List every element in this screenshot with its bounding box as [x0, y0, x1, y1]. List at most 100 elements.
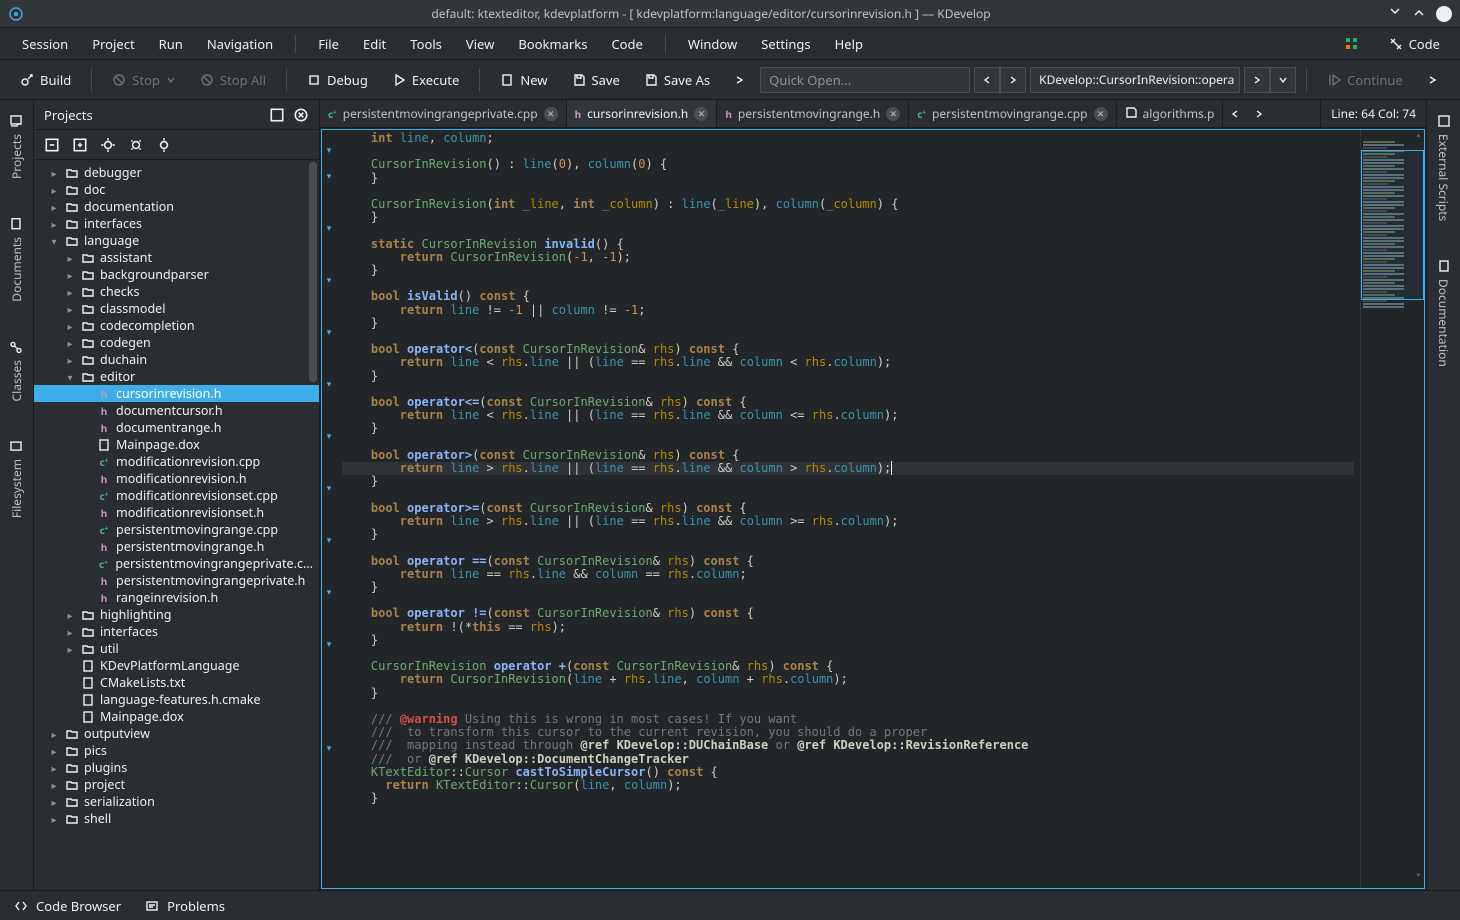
bottom-codebrowser[interactable]: Code Browser — [14, 897, 121, 915]
minimap-viewport[interactable] — [1361, 150, 1424, 300]
gear2-icon[interactable] — [128, 137, 144, 153]
tab-scroll-left[interactable] — [1223, 100, 1247, 127]
symbol-selector[interactable]: KDevelop::CursorInRevision::opera — [1030, 67, 1240, 93]
tree-scrollbar[interactable] — [309, 162, 317, 382]
tree-item[interactable]: ▸checks — [34, 283, 319, 300]
gear3-icon[interactable] — [156, 137, 172, 153]
scroll-down-icon[interactable]: ˅ — [1417, 871, 1420, 886]
tree-item[interactable]: ▸serialization — [34, 793, 319, 810]
tree-item[interactable]: ▾editor — [34, 368, 319, 385]
fold-column[interactable]: ▾ ▾ ▾ ▾ ▾ ▾ ▾ ▾ ▾ ▾ — [322, 130, 336, 888]
tree-item[interactable]: hcursorinrevision.h — [34, 385, 319, 402]
tree-item[interactable]: hpersistentmovingrangeprivate.h — [34, 572, 319, 589]
tree-item[interactable]: hdocumentrange.h — [34, 419, 319, 436]
menu-help[interactable]: Help — [825, 31, 873, 57]
saveas-button[interactable]: Save As — [634, 67, 720, 93]
build-button[interactable]: Build — [10, 67, 81, 93]
gear-icon[interactable] — [100, 137, 116, 153]
rail-external-scripts[interactable]: External Scripts — [1435, 108, 1452, 227]
editor-tab[interactable]: hpersistentmovingrange.h✕ — [717, 100, 909, 127]
editor-tab[interactable]: c⁺persistentmovingrangeprivate.cpp✕ — [320, 100, 567, 127]
project-tree[interactable]: ▸debugger▸doc▸documentation▸interfaces▾l… — [34, 160, 319, 890]
menu-view[interactable]: View — [456, 31, 504, 57]
tree-item[interactable]: ▸codegen — [34, 334, 319, 351]
tab-close-icon[interactable]: ✕ — [694, 107, 708, 121]
code-editor[interactable]: int line, column; CursorInRevision() : l… — [336, 130, 1360, 888]
minimize-icon[interactable] — [1388, 5, 1402, 23]
tree-item[interactable]: c⁺modificationrevisionset.cpp — [34, 487, 319, 504]
editor-tab[interactable]: c⁺persistentmovingrange.cpp✕ — [909, 100, 1116, 127]
tree-item[interactable]: hmodificationrevision.h — [34, 470, 319, 487]
tree-item[interactable]: ▸interfaces — [34, 623, 319, 640]
stop-button[interactable]: Stop — [102, 67, 186, 93]
editor-tab[interactable]: algorithms.p — [1117, 100, 1224, 127]
bottom-problems[interactable]: Problems — [145, 897, 225, 915]
tree-item[interactable]: Mainpage.dox — [34, 436, 319, 453]
tree-item[interactable]: ▸highlighting — [34, 606, 319, 623]
menu-run[interactable]: Run — [149, 31, 193, 57]
tree-item[interactable]: ▸documentation — [34, 198, 319, 215]
tree-expand-icon[interactable] — [72, 137, 88, 153]
tree-item[interactable]: ▸classmodel — [34, 300, 319, 317]
tree-item[interactable]: ▸assistant — [34, 249, 319, 266]
tree-collapse-icon[interactable] — [44, 137, 60, 153]
tree-item[interactable]: ▾language — [34, 232, 319, 249]
tree-item[interactable]: ▸backgroundparser — [34, 266, 319, 283]
tree-item[interactable]: CMakeLists.txt — [34, 674, 319, 691]
menu-code[interactable]: Code — [601, 31, 652, 57]
tree-item[interactable]: c⁺persistentmovingrange.cpp — [34, 521, 319, 538]
tab-close-icon[interactable]: ✕ — [544, 107, 558, 121]
float-panel-icon[interactable] — [269, 107, 285, 123]
continue-button[interactable]: Continue — [1317, 67, 1413, 93]
menu-edit[interactable]: Edit — [353, 31, 396, 57]
tab-close-icon[interactable]: ✕ — [1094, 107, 1108, 121]
menu-window[interactable]: Window — [678, 31, 747, 57]
symbol-next-button[interactable] — [1244, 67, 1270, 93]
scroll-up-icon[interactable]: ˄ — [1417, 132, 1420, 147]
quick-open-input[interactable]: Quick Open... — [760, 67, 970, 93]
menu-bookmarks[interactable]: Bookmarks — [508, 31, 597, 57]
tree-item[interactable]: c⁺persistentmovingrangeprivate.c... — [34, 555, 319, 572]
minimap[interactable]: ˄ ˅ — [1360, 130, 1424, 888]
menu-file[interactable]: File — [308, 31, 349, 57]
tab-scroll-right[interactable] — [1247, 100, 1271, 127]
tree-item[interactable]: KDevPlatformLanguage — [34, 657, 319, 674]
tree-item[interactable]: Mainpage.dox — [34, 708, 319, 725]
tree-item[interactable]: hpersistentmovingrange.h — [34, 538, 319, 555]
tree-item[interactable]: hrangeinrevision.h — [34, 589, 319, 606]
tree-item[interactable]: ▸codecompletion — [34, 317, 319, 334]
maximize-icon[interactable] — [1412, 5, 1426, 23]
menu-navigation[interactable]: Navigation — [197, 31, 283, 57]
rail-projects[interactable]: Projects — [8, 108, 25, 185]
tree-item[interactable]: ▸shell — [34, 810, 319, 827]
tree-item[interactable]: ▸pics — [34, 742, 319, 759]
tree-item[interactable]: ▸duchain — [34, 351, 319, 368]
rail-documentation[interactable]: Documentation — [1435, 253, 1452, 373]
tree-item[interactable]: language-features.h.cmake — [34, 691, 319, 708]
symbol-menu-button[interactable] — [1270, 67, 1296, 93]
new-button[interactable]: New — [490, 67, 557, 93]
rail-classes[interactable]: Classes — [8, 334, 25, 407]
stopall-button[interactable]: Stop All — [190, 67, 276, 93]
menu-settings[interactable]: Settings — [751, 31, 820, 57]
execute-button[interactable]: Execute — [382, 67, 469, 93]
tab-close-icon[interactable]: ✕ — [886, 107, 900, 121]
tree-item[interactable]: ▸project — [34, 776, 319, 793]
tree-item[interactable]: ▸util — [34, 640, 319, 657]
menu-session[interactable]: Session — [12, 31, 78, 57]
nav-forward-button[interactable] — [1000, 67, 1026, 93]
menu-project[interactable]: Project — [82, 31, 144, 57]
save-button[interactable]: Save — [562, 67, 630, 93]
nav-back-button[interactable] — [974, 67, 1000, 93]
rail-filesystem[interactable]: Filesystem — [8, 433, 25, 524]
tree-item[interactable]: ▸outputview — [34, 725, 319, 742]
tree-item[interactable]: ▸debugger — [34, 164, 319, 181]
tree-item[interactable]: hdocumentcursor.h — [34, 402, 319, 419]
menu-tools[interactable]: Tools — [400, 31, 452, 57]
tree-item[interactable]: hmodificationrevisionset.h — [34, 504, 319, 521]
toolbar-overflow-button[interactable] — [724, 70, 756, 90]
toolbar-overflow2-button[interactable] — [1417, 70, 1449, 90]
close-icon[interactable]: ✕ — [1436, 6, 1452, 22]
tree-item[interactable]: ▸interfaces — [34, 215, 319, 232]
rail-documents[interactable]: Documents — [8, 211, 25, 308]
